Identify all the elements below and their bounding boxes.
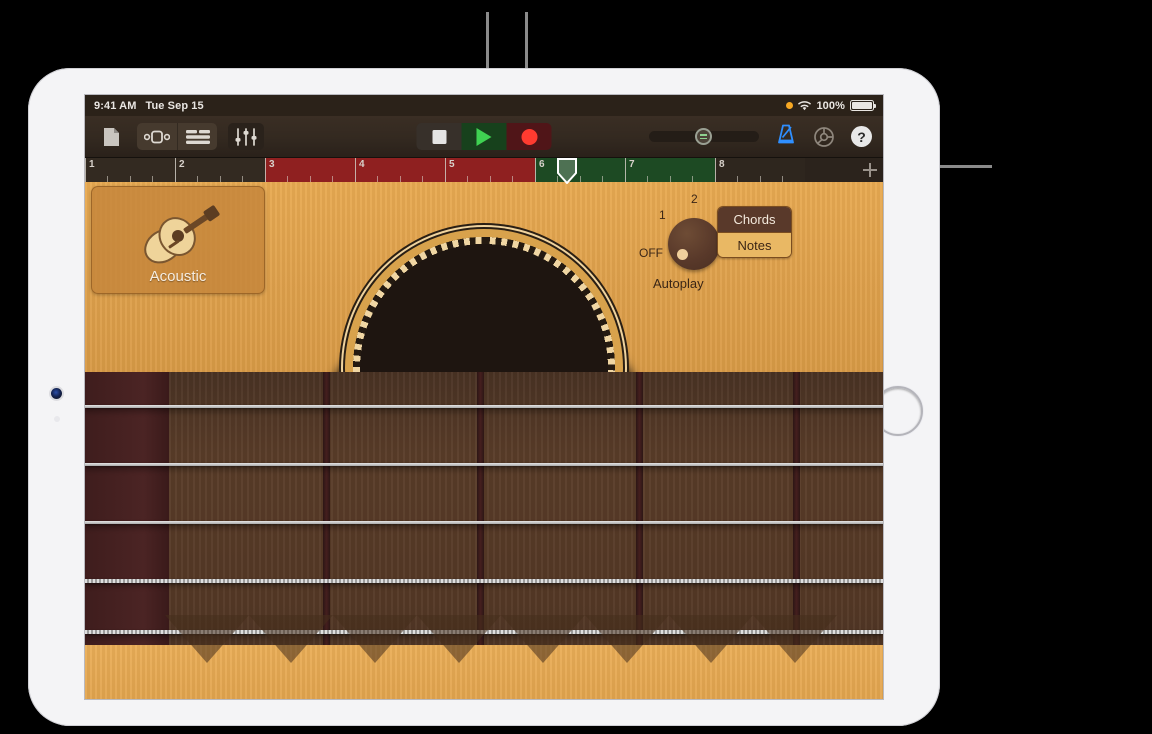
track-view-icon[interactable] — [137, 123, 177, 150]
autoplay-label-off[interactable]: OFF — [639, 246, 663, 260]
bar-number: 5 — [449, 159, 455, 170]
bar-number: 6 — [539, 159, 545, 170]
metronome-icon[interactable] — [775, 123, 797, 150]
status-bar-date: Tue Sep 15 — [145, 100, 203, 112]
loop-browser-icon[interactable] — [177, 123, 217, 150]
ruler-bar-6[interactable]: 6 — [535, 158, 625, 182]
my-songs-icon[interactable] — [96, 123, 126, 150]
ruler-bar-5[interactable]: 5 — [445, 158, 535, 182]
screenshot-root: 9:41 AM Tue Sep 15 100% — [0, 0, 1152, 734]
acoustic-guitar-icon — [124, 199, 232, 273]
guitar-string-3[interactable] — [85, 521, 883, 524]
guitar-string-4[interactable] — [85, 579, 883, 583]
timeline-ruler[interactable]: 1 2 3 4 5 — [85, 158, 883, 182]
mode-button-notes[interactable]: Notes — [718, 232, 791, 257]
mixer-settings-icon[interactable] — [228, 123, 264, 150]
view-switch-group — [137, 123, 217, 150]
ipad-screen: 9:41 AM Tue Sep 15 100% — [84, 94, 884, 700]
ruler-bar-8[interactable]: 8 — [715, 158, 805, 182]
transport-controls — [417, 123, 552, 150]
bar-number: 4 — [359, 159, 365, 170]
instrument-picker-acoustic[interactable]: Acoustic — [91, 186, 265, 294]
master-volume-slider[interactable] — [649, 131, 759, 142]
ruler-bar-1[interactable]: 1 — [85, 158, 175, 182]
status-bar-time: 9:41 AM — [94, 100, 136, 112]
bar-number: 7 — [629, 159, 635, 170]
playhead-marker[interactable] — [557, 158, 577, 182]
garageband-toolbar: ? — [85, 116, 883, 158]
bar-number: 2 — [179, 159, 185, 170]
help-button[interactable]: ? — [851, 126, 872, 147]
ipad-device-frame: 9:41 AM Tue Sep 15 100% — [28, 68, 940, 726]
autoplay-label-1[interactable]: 1 — [659, 208, 666, 222]
battery-percent-label: 100% — [816, 100, 845, 112]
ruler-bar-2[interactable]: 2 — [175, 158, 265, 182]
autoplay-knob[interactable] — [668, 218, 720, 270]
chords-notes-toggle: Chords Notes — [717, 206, 792, 258]
autoplay-label-2[interactable]: 2 — [691, 192, 698, 206]
ruler-bar-4[interactable]: 4 — [355, 158, 445, 182]
mode-button-chords[interactable]: Chords — [718, 207, 791, 232]
add-track-button[interactable] — [863, 163, 877, 177]
ios-status-bar: 9:41 AM Tue Sep 15 100% — [85, 95, 883, 116]
ambient-light-sensor-icon — [54, 416, 60, 422]
recording-indicator-icon — [786, 102, 793, 109]
wifi-icon — [798, 101, 811, 111]
gear-icon[interactable] — [813, 126, 835, 148]
autoplay-knob-indicator — [677, 249, 688, 260]
bar-number: 1 — [89, 159, 95, 170]
stop-button[interactable] — [417, 123, 462, 150]
guitar-string-1[interactable] — [85, 405, 883, 408]
play-button[interactable] — [462, 123, 507, 150]
ruler-bar-3[interactable]: 3 — [265, 158, 355, 182]
guitar-fretboard: Em Am Dm G CM7/E F B♭ Bdim — [85, 372, 883, 700]
front-camera-icon — [51, 388, 62, 399]
master-volume-knob[interactable] — [695, 128, 712, 145]
bar-number: 8 — [719, 159, 725, 170]
battery-icon — [850, 100, 874, 111]
guitar-body-top: Acoustic OFF 1 2 3 4 Autoplay Chord — [85, 182, 883, 372]
ruler-bar-7[interactable]: 7 — [625, 158, 715, 182]
guitar-string-2[interactable] — [85, 463, 883, 466]
autoplay-title: Autoplay — [653, 276, 704, 291]
record-button[interactable] — [507, 123, 552, 150]
fretboard-bottom-edge — [85, 645, 883, 700]
bar-number: 3 — [269, 159, 275, 170]
smart-guitar-instrument: Acoustic OFF 1 2 3 4 Autoplay Chord — [85, 182, 883, 700]
